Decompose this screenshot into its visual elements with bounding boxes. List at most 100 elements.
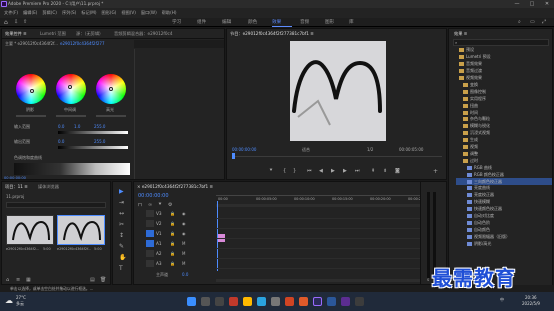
tab-sequence[interactable]: × e29012f0c4364f2f277381c7bf1 ≡: [137, 184, 213, 189]
powerpoint-icon[interactable]: [299, 297, 308, 306]
menu-item-5[interactable]: 图形(G): [102, 10, 117, 16]
import-icon[interactable]: ⇩: [14, 19, 18, 25]
effect-item-4[interactable]: 视频效果: [456, 75, 552, 82]
weather-desc[interactable]: 多云: [16, 301, 24, 307]
menu-item-4[interactable]: 标记(M): [81, 10, 96, 16]
hand-tool-icon[interactable]: ✋: [119, 254, 126, 261]
step-forward-icon[interactable]: ▶: [343, 168, 347, 174]
effect-item-7[interactable]: 实用程序: [456, 95, 552, 102]
effect-item-0[interactable]: 预设: [456, 47, 552, 54]
track-lock-icon[interactable]: 🔒: [170, 231, 175, 236]
track-label-v2[interactable]: V2: [156, 221, 162, 226]
output-range-gradient[interactable]: [58, 146, 128, 149]
file-explorer-icon[interactable]: [243, 297, 252, 306]
menu-item-3[interactable]: 序列(S): [62, 10, 76, 16]
taskbar-app-1-icon[interactable]: [229, 297, 238, 306]
workspace-tab-6[interactable]: 图形: [325, 19, 334, 25]
track-label-v1[interactable]: V1: [156, 231, 162, 236]
effect-item-17[interactable]: RGB 曲线: [456, 164, 552, 171]
source-patch[interactable]: [146, 260, 154, 267]
track-label-a3[interactable]: A3: [156, 261, 162, 266]
track-mute-button[interactable]: M: [182, 261, 185, 266]
effect-item-5[interactable]: 变换: [456, 82, 552, 89]
mark-in-icon[interactable]: {: [283, 168, 286, 174]
selection-tool-icon[interactable]: ▶: [119, 188, 124, 195]
effect-item-28[interactable]: 阴影/高光: [456, 240, 552, 247]
office-icon[interactable]: [285, 297, 294, 306]
track-visibility-icon[interactable]: ◉: [182, 221, 186, 226]
workspace-tab-1[interactable]: 组件: [197, 19, 206, 25]
effect-item-26[interactable]: 自动颜色: [456, 226, 552, 233]
taskbar-app-3-icon[interactable]: [355, 297, 364, 306]
tab-source[interactable]: 源：（无剪辑）: [76, 31, 103, 37]
track-lock-icon[interactable]: 🔒: [170, 211, 175, 216]
tab-effects[interactable]: 效果 ≡: [454, 31, 467, 37]
home-icon[interactable]: ⌂: [4, 19, 8, 26]
timeline-timecode[interactable]: 00:00:00:00: [138, 193, 169, 199]
program-timecode-current[interactable]: 00:00:00:00: [232, 147, 256, 152]
effect-item-10[interactable]: 杂色与颗粒: [456, 116, 552, 123]
output-black-value[interactable]: 0.0: [58, 139, 64, 144]
step-back-icon[interactable]: ◀: [319, 168, 323, 174]
camera-icon[interactable]: ◙: [395, 168, 400, 174]
fit-dropdown[interactable]: 适合: [302, 147, 310, 153]
program-scrubber[interactable]: [232, 156, 442, 157]
effect-item-19[interactable]: 三向颜色校正器: [456, 178, 552, 185]
export-icon[interactable]: ⇧: [23, 19, 27, 25]
linked-selection-icon[interactable]: ∞: [148, 202, 152, 208]
weather-temp[interactable]: 27°C: [16, 295, 26, 300]
effect-item-18[interactable]: RGB 颜色校正器: [456, 171, 552, 178]
close-button[interactable]: ✕: [540, 0, 554, 8]
output-white-value[interactable]: 255.0: [94, 139, 105, 144]
menu-item-2[interactable]: 剪辑(C): [42, 10, 57, 16]
tab-project[interactable]: 项目：11 ≡: [5, 184, 28, 190]
slip-tool-icon[interactable]: ↕: [119, 232, 124, 239]
effect-item-14[interactable]: 视频: [456, 144, 552, 151]
effect-item-12[interactable]: 沉浸式视频: [456, 130, 552, 137]
new-item-icon[interactable]: ▤: [90, 277, 95, 283]
master-track-value[interactable]: 0.0: [182, 272, 188, 277]
taskbar-app-2-icon[interactable]: [341, 297, 350, 306]
track-mute-button[interactable]: M: [182, 241, 185, 246]
effect-item-13[interactable]: 生成: [456, 137, 552, 144]
effect-item-22[interactable]: 快速模糊: [456, 199, 552, 206]
lift-icon[interactable]: ⇞: [371, 168, 375, 174]
workspace-tab-3[interactable]: 颜色: [248, 19, 257, 25]
menu-item-1[interactable]: 编辑(E): [23, 10, 37, 16]
effect-item-25[interactable]: 自动色阶: [456, 220, 552, 227]
clip-thumbnail-1[interactable]: [6, 215, 54, 245]
track-lane[interactable]: [216, 228, 446, 229]
work-area-bar[interactable]: [216, 204, 446, 207]
extract-icon[interactable]: ⇟: [383, 168, 387, 174]
effect-item-3[interactable]: 音频过渡: [456, 68, 552, 75]
snap-icon[interactable]: ⊓: [138, 202, 142, 208]
midtones-slider[interactable]: [56, 115, 86, 117]
clock-date[interactable]: 2022/5/9: [522, 301, 540, 306]
source-patch[interactable]: [146, 210, 154, 217]
source-patch[interactable]: [146, 230, 154, 237]
effect-item-8[interactable]: 扭曲: [456, 102, 552, 109]
taskbar-search-icon[interactable]: [201, 297, 210, 306]
word-icon[interactable]: [327, 297, 336, 306]
track-lock-icon[interactable]: 🔒: [170, 251, 175, 256]
maximize-button[interactable]: □: [525, 0, 539, 8]
solo-left[interactable]: S: [427, 278, 429, 282]
menu-item-7[interactable]: 窗口(W): [141, 10, 157, 16]
effect-item-15[interactable]: 调整: [456, 151, 552, 158]
source-patch[interactable]: [146, 240, 154, 247]
workspace-tab-2[interactable]: 编辑: [222, 19, 231, 25]
effect-item-9[interactable]: 时间: [456, 109, 552, 116]
menu-item-0[interactable]: 文件(F): [4, 10, 18, 16]
track-lock-icon[interactable]: 🔒: [170, 241, 175, 246]
track-select-tool-icon[interactable]: ⇥: [119, 199, 124, 206]
workspace-tab-4[interactable]: 效果: [272, 19, 281, 25]
minimize-button[interactable]: —: [510, 0, 524, 8]
add-button-icon[interactable]: +: [433, 168, 438, 175]
menu-item-8[interactable]: 帮助(H): [162, 10, 177, 16]
track-label-a1[interactable]: A1: [156, 241, 162, 246]
effect-item-11[interactable]: 模糊与锐化: [456, 123, 552, 130]
timeline-scrollbar[interactable]: [216, 279, 444, 282]
weather-icon[interactable]: ☁: [5, 296, 13, 305]
wrench-icon[interactable]: ⚙: [168, 202, 172, 208]
shadows-slider[interactable]: [16, 115, 46, 117]
